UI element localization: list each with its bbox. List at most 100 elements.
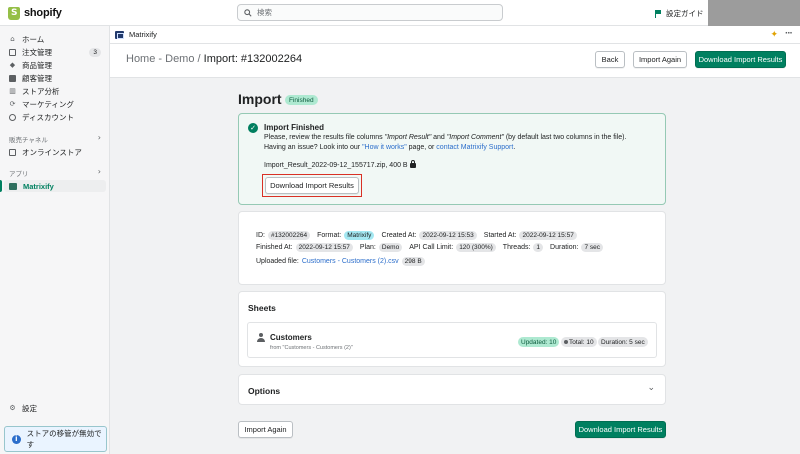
threads-value: 1: [533, 243, 544, 252]
sidebar-item-analytics[interactable]: ▥ ストア分析: [4, 85, 106, 97]
finished-value: 2022-09-12 15:57: [295, 243, 353, 252]
sidebar-item-online-store[interactable]: オンラインストア: [4, 146, 106, 158]
sheet-row: Customers from "Customers - Customers (2…: [247, 322, 657, 358]
updated-badge: Updated: 10: [518, 337, 560, 347]
chevron-right-icon[interactable]: ›: [98, 133, 101, 142]
info-icon: i: [12, 434, 21, 444]
page-header: Home - Demo / Import: #132002264 Back Im…: [110, 44, 800, 78]
sidebar-item-orders[interactable]: 注文管理 3: [4, 46, 106, 58]
bottom-download-results-button[interactable]: Download Import Results: [575, 421, 666, 438]
banner-help-line: Having an issue? Look into our "How it w…: [264, 144, 516, 151]
store-icon: [9, 148, 16, 156]
discount-icon: [9, 113, 16, 121]
matrixify-app-icon: [115, 30, 124, 39]
setup-guide-button[interactable]: 設定ガイド: [655, 8, 704, 19]
shopify-bag-icon: [8, 6, 20, 20]
sidebar-item-products[interactable]: ◆ 商品管理: [4, 59, 106, 71]
contact-support-link[interactable]: contact Matrixify Support: [436, 144, 513, 151]
sidebar-item-label: ディスカウント: [22, 112, 74, 122]
sheets-card: Sheets Customers from "Customers - Custo…: [238, 291, 666, 367]
store-transfer-notice[interactable]: i ストアの移管が無効です: [4, 426, 107, 452]
lock-icon: [409, 160, 416, 168]
search-icon: [244, 8, 252, 17]
setup-guide-label: 設定ガイド: [666, 9, 704, 18]
apps-heading: アプリ: [9, 171, 29, 178]
banner-instructions: Please, review the results file columns …: [264, 134, 627, 141]
status-badge: Finished: [285, 95, 318, 105]
format-value: Matrixify: [344, 231, 375, 240]
sidebar-item-label: ストア分析: [22, 86, 60, 96]
top-bar: shopify 検索 設定ガイド: [0, 0, 800, 26]
import-details-card: ID: #132002264 Format: Matrixify Created A…: [238, 211, 666, 285]
sales-channels-heading: 販売チャネル: [9, 137, 48, 144]
dot-icon: [564, 339, 568, 344]
app-title-bar: Matrixify ✦ ···: [110, 26, 800, 44]
sheet-source: from "Customers - Customers (2)": [270, 345, 353, 351]
started-value: 2022-09-12 15:57: [519, 231, 577, 240]
sidebar-item-customers[interactable]: 顧客管理: [4, 72, 106, 84]
matrixify-icon: [9, 182, 17, 190]
sidebar-item-label: マーケティング: [22, 99, 74, 109]
page-title: Import: [238, 91, 282, 107]
total-badge: Total: 10: [561, 337, 597, 347]
result-file-line: Import_Result_2022-09-12_155717.zip, 400…: [264, 160, 416, 169]
sidebar-item-label: 注文管理: [22, 47, 52, 57]
breadcrumb-separator: /: [194, 53, 204, 65]
gear-icon: ⚙: [9, 404, 16, 412]
home-icon: ⌂: [10, 35, 15, 43]
search-input[interactable]: 検索: [237, 4, 503, 21]
sheets-title: Sheets: [248, 303, 276, 313]
sidebar-item-label: ホーム: [22, 34, 45, 44]
orders-icon: [9, 48, 16, 56]
flag-icon: [655, 9, 662, 18]
breadcrumb-home[interactable]: Home: [126, 53, 155, 65]
options-title: Options: [248, 386, 281, 396]
breadcrumb-demo[interactable]: Demo: [165, 53, 194, 65]
back-button[interactable]: Back: [595, 51, 625, 68]
bottom-import-again-button[interactable]: Import Again: [238, 421, 293, 438]
result-file-name: Import_Result_2022-09-12_155717.zip, 400…: [264, 162, 408, 169]
pin-icon[interactable]: ✦: [770, 30, 778, 40]
chevron-right-icon[interactable]: ›: [98, 167, 101, 176]
sidebar-item-home[interactable]: ⌂ ホーム: [4, 33, 106, 45]
breadcrumb-current: Import: #132002264: [203, 53, 303, 65]
sidebar-item-discounts[interactable]: ディスカウント: [4, 111, 106, 123]
chevron-down-icon[interactable]: ⌄: [647, 383, 655, 393]
download-results-button[interactable]: Download Import Results: [695, 51, 786, 68]
how-it-works-link[interactable]: "How it works": [362, 144, 407, 151]
tag-icon: ◆: [9, 61, 16, 69]
sidebar-item-label: 設定: [22, 403, 37, 413]
orders-count-badge: 3: [89, 47, 101, 57]
sidebar-item-matrixify[interactable]: Matrixify: [0, 180, 106, 192]
marketing-icon: ⟳: [9, 100, 16, 108]
account-menu[interactable]: [708, 0, 800, 26]
highlight-box: [262, 174, 362, 197]
customer-icon: [9, 74, 16, 82]
breadcrumb-separator: -: [155, 53, 166, 65]
api-limit-value: 120 (300%): [456, 243, 496, 252]
sidebar-item-label: 商品管理: [22, 60, 52, 70]
analytics-icon: ▥: [9, 87, 16, 95]
banner-title: Import Finished: [264, 123, 324, 132]
brand-name: shopify: [24, 7, 62, 19]
sheet-name: Customers: [270, 333, 312, 342]
duration-badge: Duration: 5 sec: [598, 337, 648, 347]
sidebar-item-marketing[interactable]: ⟳ マーケティング: [4, 98, 106, 110]
search-placeholder: 検索: [257, 8, 272, 17]
shopify-logo[interactable]: shopify: [8, 6, 62, 20]
sidebar: ⌂ ホーム 注文管理 3 ◆ 商品管理 顧客管理 ▥ ストア分析 ⟳ マーケティ…: [0, 26, 110, 454]
sidebar-item-settings[interactable]: ⚙ 設定: [4, 402, 106, 414]
uploaded-file-link[interactable]: Customers - Customers (2).csv: [302, 258, 399, 265]
details-row-1: ID: #132002264 Format: Matrixify Created A…: [256, 231, 581, 240]
transfer-notice-text: ストアの移管が無効です: [26, 429, 102, 449]
import-again-button[interactable]: Import Again: [633, 51, 687, 68]
id-value: #132002264: [267, 231, 311, 240]
sidebar-item-label: オンラインストア: [22, 147, 82, 157]
customer-icon: [257, 333, 265, 342]
breadcrumb: Home - Demo / Import: #132002264: [126, 53, 302, 65]
more-options-icon[interactable]: ···: [785, 28, 793, 39]
app-name: Matrixify: [129, 30, 157, 39]
options-card[interactable]: Options ⌄: [238, 374, 666, 405]
sidebar-item-label: Matrixify: [23, 181, 54, 191]
import-finished-banner: ✓ Import Finished Please, review the res…: [238, 113, 666, 205]
